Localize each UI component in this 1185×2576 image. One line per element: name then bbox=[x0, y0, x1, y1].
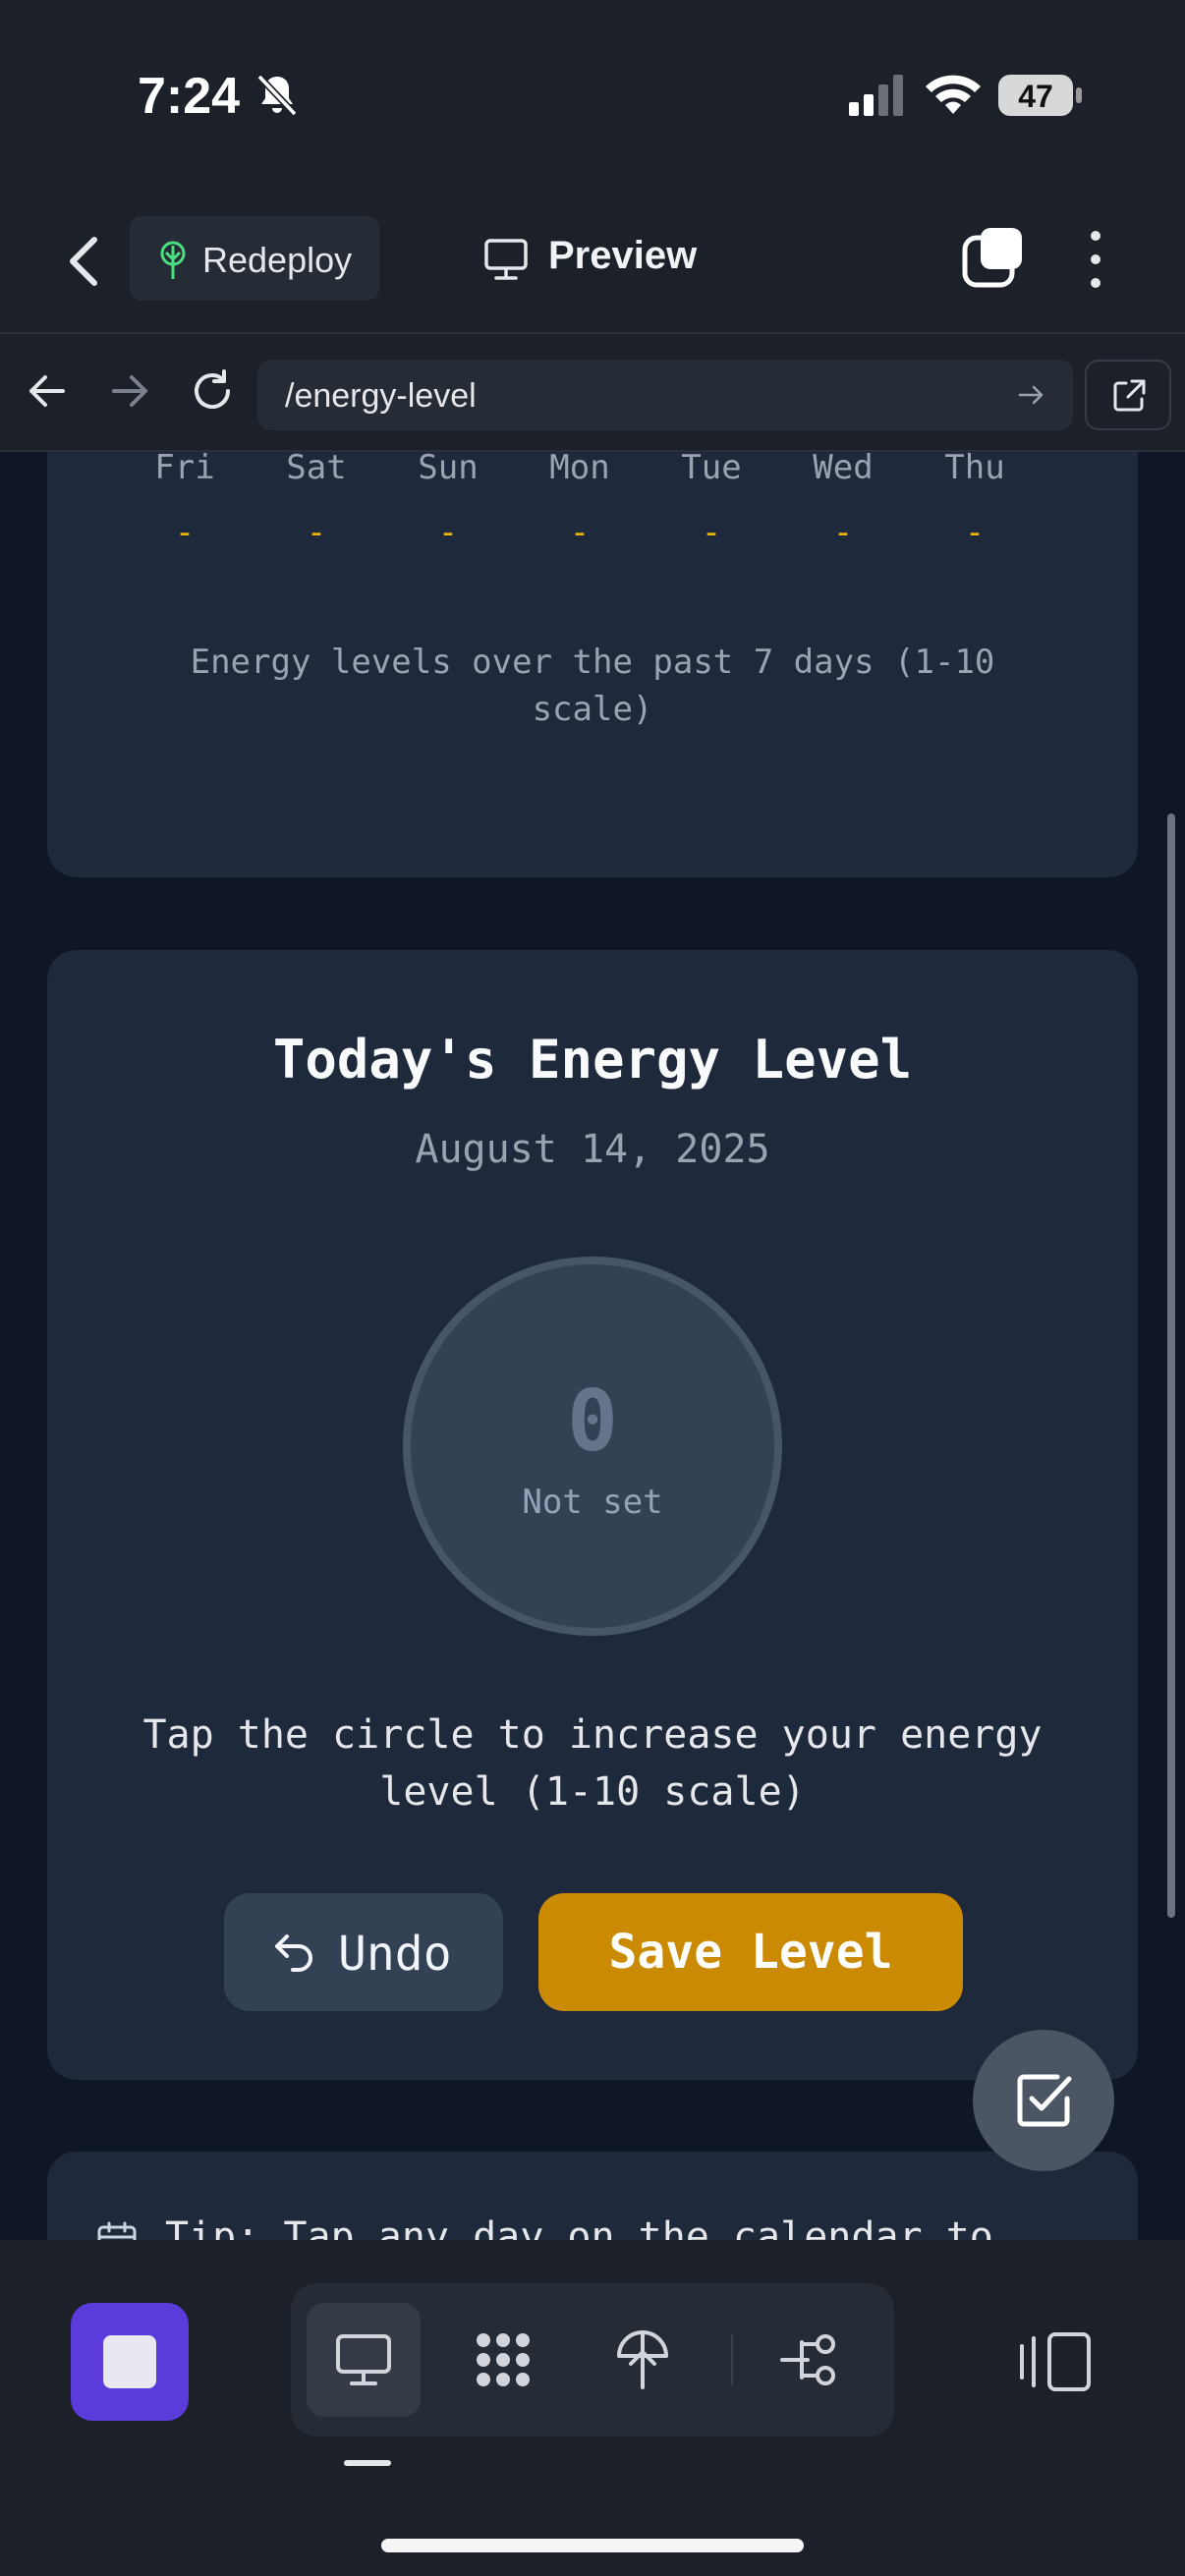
day-name: Tue bbox=[681, 452, 742, 487]
energy-level-value: 0 bbox=[567, 1372, 618, 1471]
tip-text: Tip: Tap any day on the calendar to bbox=[165, 2214, 993, 2240]
energy-level-circle[interactable]: 0 Not set bbox=[403, 1257, 782, 1636]
day-value: - bbox=[964, 513, 986, 552]
day-column[interactable]: Thu - bbox=[916, 452, 1034, 552]
status-bar: 7:24 47 bbox=[0, 0, 1185, 196]
day-column[interactable]: Tue - bbox=[652, 452, 770, 552]
home-indicator[interactable] bbox=[381, 2539, 804, 2552]
arrow-right-icon[interactable] bbox=[102, 364, 157, 419]
deploy-icon bbox=[617, 2330, 668, 2389]
day-value: - bbox=[174, 513, 196, 552]
wifi-icon bbox=[926, 75, 981, 114]
stop-button[interactable] bbox=[71, 2303, 189, 2421]
app-header: Redeploy Preview bbox=[0, 196, 1185, 334]
browser-bar: /energy-level bbox=[0, 334, 1185, 452]
battery-icon: 47 bbox=[998, 75, 1083, 116]
undo-button[interactable]: Undo bbox=[224, 1893, 503, 2011]
open-external-button[interactable] bbox=[1085, 360, 1171, 430]
branch-icon bbox=[780, 2334, 835, 2385]
weekly-days: Fri - Sat - Sun - Mon - Tue - Wed - Thu … bbox=[47, 452, 1138, 566]
page-content: Fri - Sat - Sun - Mon - Tue - Wed - Thu … bbox=[0, 452, 1185, 2240]
panel-icon[interactable] bbox=[1018, 2330, 1093, 2393]
url-text: /energy-level bbox=[285, 377, 477, 415]
bottom-toolbar bbox=[0, 2240, 1185, 2576]
day-column[interactable]: Mon - bbox=[521, 452, 639, 552]
today-energy-card: Today's Energy Level August 14, 2025 0 N… bbox=[47, 950, 1138, 2080]
deploy-tree-icon bbox=[160, 241, 186, 279]
day-name: Wed bbox=[813, 452, 874, 487]
tab-workflows[interactable] bbox=[446, 2303, 560, 2417]
redeploy-label: Redeploy bbox=[202, 240, 353, 280]
day-column[interactable]: Fri - bbox=[126, 452, 244, 552]
tab-preview[interactable] bbox=[307, 2303, 421, 2417]
monitor-icon bbox=[336, 2334, 391, 2385]
weekly-caption: Energy levels over the past 7 days (1-10… bbox=[190, 643, 995, 729]
day-column[interactable]: Sun - bbox=[389, 452, 507, 552]
day-value: - bbox=[437, 513, 459, 552]
battery-percent: 47 bbox=[1018, 79, 1053, 114]
url-input[interactable]: /energy-level bbox=[257, 360, 1073, 430]
cellular-signal-icon bbox=[849, 75, 903, 116]
tab-deploy[interactable] bbox=[586, 2303, 700, 2417]
day-value: - bbox=[701, 513, 722, 552]
active-tab-indicator bbox=[344, 2460, 391, 2466]
scrollbar[interactable] bbox=[1167, 813, 1175, 1918]
day-name: Thu bbox=[944, 452, 1005, 487]
energy-level-status: Not set bbox=[522, 1483, 663, 1522]
arrow-left-icon[interactable] bbox=[20, 364, 75, 419]
day-name: Fri bbox=[154, 452, 215, 487]
today-title: Today's Energy Level bbox=[272, 1029, 913, 1091]
preview-label: Preview bbox=[548, 234, 698, 277]
monitor-icon bbox=[484, 239, 528, 280]
view-switcher bbox=[291, 2283, 894, 2436]
chevron-left-icon[interactable] bbox=[59, 232, 108, 291]
day-value: - bbox=[306, 513, 327, 552]
external-link-icon bbox=[1113, 379, 1146, 412]
grid-dots-icon bbox=[477, 2333, 530, 2386]
today-date: August 14, 2025 bbox=[415, 1127, 770, 1172]
day-value: - bbox=[569, 513, 591, 552]
go-arrow-icon[interactable] bbox=[1016, 379, 1047, 411]
save-level-button[interactable]: Save Level bbox=[538, 1893, 963, 2011]
undo-label: Undo bbox=[338, 1927, 452, 1982]
more-vertical-icon[interactable] bbox=[1079, 228, 1112, 291]
toolbar-divider bbox=[731, 2334, 733, 2385]
reload-icon[interactable] bbox=[185, 364, 240, 419]
calendar-icon bbox=[97, 2221, 137, 2240]
tab-git[interactable] bbox=[753, 2303, 867, 2417]
checkbox-icon bbox=[1017, 2074, 1072, 2127]
day-column[interactable]: Sat - bbox=[257, 452, 375, 552]
weekly-history-card: Fri - Sat - Sun - Mon - Tue - Wed - Thu … bbox=[47, 452, 1138, 877]
undo-icon bbox=[275, 1934, 312, 1972]
energy-hint: Tap the circle to increase your energy l… bbox=[142, 1712, 1043, 1815]
redeploy-button[interactable]: Redeploy bbox=[130, 216, 379, 301]
day-value: - bbox=[832, 513, 854, 552]
day-name: Sat bbox=[286, 452, 347, 487]
day-name: Mon bbox=[549, 452, 610, 487]
task-checklist-button[interactable] bbox=[973, 2030, 1114, 2171]
tip-card: Tip: Tap any day on the calendar to bbox=[47, 2152, 1138, 2240]
day-column[interactable]: Wed - bbox=[784, 452, 902, 552]
bell-slash-icon bbox=[256, 74, 298, 117]
tabs-icon[interactable] bbox=[961, 226, 1024, 289]
status-time: 7:24 bbox=[138, 68, 241, 125]
day-name: Sun bbox=[418, 452, 479, 487]
stop-icon bbox=[103, 2335, 156, 2388]
